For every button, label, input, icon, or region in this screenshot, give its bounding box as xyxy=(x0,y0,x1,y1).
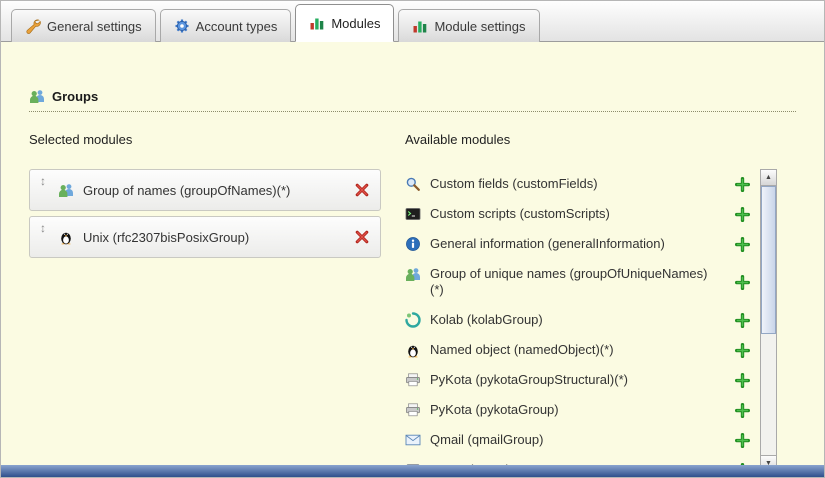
terminal-icon xyxy=(405,206,421,222)
available-module-row: PyKota (pykotaGroup) xyxy=(405,395,750,425)
scrollbar-thumb[interactable] xyxy=(761,186,776,334)
plus-icon xyxy=(735,237,750,252)
selected-modules-heading: Selected modules xyxy=(29,132,381,147)
add-module-button[interactable] xyxy=(735,433,750,448)
available-modules-column: Available modules Custom fields (customF… xyxy=(405,132,796,465)
info-icon xyxy=(405,236,421,252)
modules-chart-icon xyxy=(309,15,325,31)
available-module-label: Named object (namedObject)(*) xyxy=(430,342,614,358)
available-module-row: Custom scripts (customScripts) xyxy=(405,199,750,229)
available-module-row: Custom fields (customFields) xyxy=(405,169,750,199)
up-arrow-icon: ▲ xyxy=(765,174,772,181)
tab-module-settings[interactable]: Module settings xyxy=(398,9,539,42)
selected-module-label: Group of names (groupOfNames)(*) xyxy=(83,183,290,198)
selected-module-label: Unix (rfc2307bisPosixGroup) xyxy=(83,230,249,245)
magnifier-icon xyxy=(405,176,421,192)
modules-columns: Selected modules ↕ Group of names (group… xyxy=(29,132,796,465)
wrench-icon xyxy=(25,18,41,34)
footer-bar xyxy=(1,465,824,477)
add-module-button[interactable] xyxy=(735,403,750,418)
selected-module-row: ↕ Group of names (groupOfNames)(*) xyxy=(29,169,381,211)
penguin-icon xyxy=(58,229,74,245)
printer-icon xyxy=(405,372,421,388)
plus-icon xyxy=(735,433,750,448)
tab-bar: General settings Account types Modules M… xyxy=(1,1,824,42)
group-icon xyxy=(29,88,45,104)
plus-icon xyxy=(735,373,750,388)
plus-icon xyxy=(735,207,750,222)
add-module-button[interactable] xyxy=(735,343,750,358)
scroll-up-button[interactable]: ▲ xyxy=(761,170,776,186)
available-module-row: Quota (quota) xyxy=(405,455,750,465)
tab-label: General settings xyxy=(47,19,142,34)
available-module-label: Custom scripts (customScripts) xyxy=(430,206,610,222)
group-icon xyxy=(58,182,74,198)
available-module-label: Custom fields (customFields) xyxy=(430,176,598,192)
delete-x-icon xyxy=(354,182,370,198)
plus-icon xyxy=(735,275,750,290)
selected-modules-column: Selected modules ↕ Group of names (group… xyxy=(29,132,381,465)
plus-icon xyxy=(735,343,750,358)
available-module-label: General information (generalInformation) xyxy=(430,236,665,252)
gear-icon xyxy=(174,18,190,34)
available-module-row: Group of unique names (groupOfUniqueName… xyxy=(405,259,750,305)
add-module-button[interactable] xyxy=(735,313,750,328)
available-modules-wrap: Custom fields (customFields) Custom scri… xyxy=(405,169,796,465)
tab-label: Account types xyxy=(196,19,278,34)
tab-label: Module settings xyxy=(434,19,525,34)
printer-icon xyxy=(405,402,421,418)
section-header: Groups xyxy=(29,88,796,112)
plus-icon xyxy=(735,403,750,418)
kolab-icon xyxy=(405,312,421,328)
available-module-label: Qmail (qmailGroup) xyxy=(430,432,543,448)
available-list-scrollbar[interactable]: ▲ ▼ xyxy=(760,169,777,465)
add-module-button[interactable] xyxy=(735,177,750,192)
tab-modules[interactable]: Modules xyxy=(295,4,394,42)
available-module-row: Named object (namedObject)(*) xyxy=(405,335,750,365)
tab-label: Modules xyxy=(331,16,380,31)
available-modules-list: Custom fields (customFields) Custom scri… xyxy=(405,169,750,465)
available-module-label: Kolab (kolabGroup) xyxy=(430,312,543,328)
plus-icon xyxy=(735,313,750,328)
selected-module-row: ↕ Unix (rfc2307bisPosixGroup) xyxy=(29,216,381,258)
group-icon xyxy=(405,266,421,282)
tab-panel-modules: Groups Selected modules ↕ Group of names… xyxy=(1,42,824,465)
remove-module-button[interactable] xyxy=(354,229,370,245)
section-title: Groups xyxy=(52,89,98,104)
drag-handle-icon[interactable]: ↕ xyxy=(40,217,46,234)
available-module-label: PyKota (pykotaGroup) xyxy=(430,402,559,418)
mail-icon xyxy=(405,432,421,448)
available-module-row: Kolab (kolabGroup) xyxy=(405,305,750,335)
add-module-button[interactable] xyxy=(735,373,750,388)
available-module-label: Group of unique names (groupOfUniqueName… xyxy=(430,266,720,298)
tab-account-types[interactable]: Account types xyxy=(160,9,292,42)
add-module-button[interactable] xyxy=(735,275,750,290)
penguin-icon xyxy=(405,342,421,358)
app-window: General settings Account types Modules M… xyxy=(0,0,825,478)
tab-general-settings[interactable]: General settings xyxy=(11,9,156,42)
available-module-row: PyKota (pykotaGroupStructural)(*) xyxy=(405,365,750,395)
remove-module-button[interactable] xyxy=(354,182,370,198)
scrollbar-track[interactable] xyxy=(761,186,776,455)
available-modules-heading: Available modules xyxy=(405,132,796,147)
drag-handle-icon[interactable]: ↕ xyxy=(40,170,46,187)
available-module-row: General information (generalInformation) xyxy=(405,229,750,259)
available-module-row: Qmail (qmailGroup) xyxy=(405,425,750,455)
plus-icon xyxy=(735,177,750,192)
scroll-down-button[interactable]: ▼ xyxy=(761,455,776,465)
add-module-button[interactable] xyxy=(735,207,750,222)
delete-x-icon xyxy=(354,229,370,245)
add-module-button[interactable] xyxy=(735,237,750,252)
modules-chart-icon xyxy=(412,18,428,34)
available-module-label: PyKota (pykotaGroupStructural)(*) xyxy=(430,372,628,388)
